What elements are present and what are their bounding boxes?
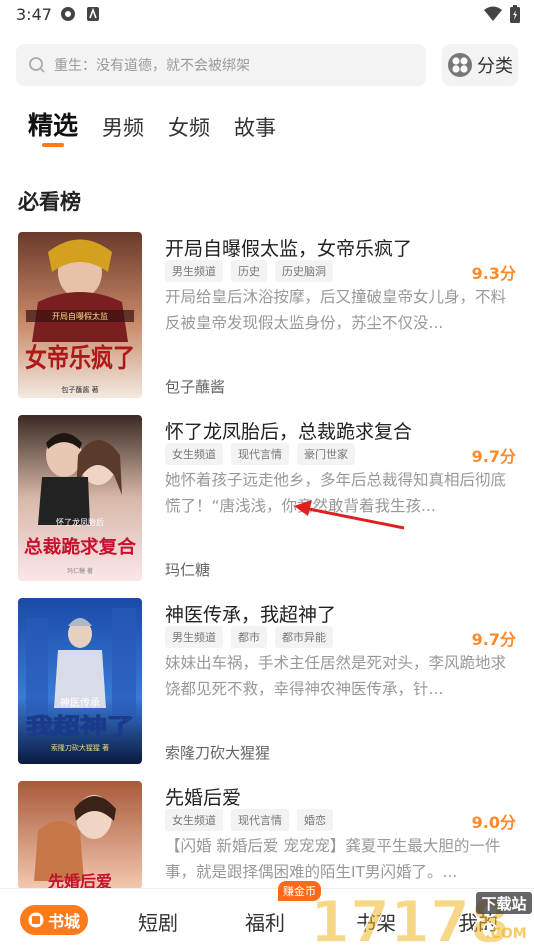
- watermark-tag: 下载站: [481, 895, 526, 913]
- book-item[interactable]: 怀了龙凤胎后 总裁跪求复合 玛仁糖 著 怀了龙凤胎后，总裁跪求复合 女生频道 现…: [18, 415, 518, 583]
- cover-main-text: 女帝乐疯了: [25, 343, 135, 374]
- annotation-arrow-icon: [294, 500, 405, 530]
- book-author: 包子蘸酱: [165, 378, 226, 396]
- watermark-domain: .COM: [485, 926, 526, 942]
- app-status-icon: [86, 6, 100, 26]
- book-tag: 都市异能: [275, 626, 333, 648]
- book-title[interactable]: 怀了龙凤胎后，总裁跪求复合: [165, 417, 412, 444]
- book-tag: 都市: [231, 626, 267, 648]
- nav-welfare[interactable]: 福利: [245, 907, 285, 936]
- search-placeholder: 重生：没有道德，就不会被绑架: [54, 57, 250, 73]
- category-label: 分类: [477, 56, 513, 77]
- book-title[interactable]: 先婚后爱: [165, 783, 241, 810]
- cover-top-text: 怀了龙凤胎后: [56, 517, 104, 527]
- book-author: 玛仁糖: [165, 561, 211, 579]
- book-score: 9.0分: [471, 813, 516, 832]
- book-cover[interactable]: 神医传承 我超神了 索隆刀砍大猩猩 著: [18, 598, 142, 764]
- status-time: 3:47: [16, 5, 52, 24]
- book-description: 开局给皇后沐浴按摩，后又撞破皇帝女儿身，不料反被皇帝发现假太监身份，苏尘不仅没.…: [165, 288, 507, 332]
- tab-female[interactable]: 女频: [168, 112, 210, 142]
- book-tag: 历史: [231, 260, 267, 282]
- book-score: 9.7分: [471, 447, 516, 466]
- tab-male[interactable]: 男频: [102, 112, 144, 142]
- book-tag: 现代言情: [231, 809, 289, 831]
- book-tags: 男生频道 都市 都市异能: [165, 626, 333, 648]
- book-tag: 男生频道: [165, 260, 223, 282]
- nav-shorts[interactable]: 短剧: [138, 907, 178, 936]
- book-tag: 男生频道: [165, 626, 223, 648]
- book-tag: 婚恋: [297, 809, 333, 831]
- cover-author-text: 索隆刀砍大猩猩 著: [51, 743, 109, 752]
- wifi-icon: [484, 6, 502, 26]
- category-icon: [448, 53, 472, 77]
- book-title[interactable]: 神医传承，我超神了: [165, 600, 336, 627]
- book-cover[interactable]: 怀了龙凤胎后 总裁跪求复合 玛仁糖 著: [18, 415, 142, 581]
- cover-author-text: 包子蘸酱 著: [61, 385, 98, 394]
- cover-top-text: 神医传承: [60, 696, 100, 709]
- search-input[interactable]: 重生：没有道德，就不会被绑架: [16, 44, 426, 86]
- category-button[interactable]: 分类: [442, 44, 518, 86]
- cover-author-text: 玛仁糖 著: [67, 567, 93, 575]
- book-item[interactable]: 神医传承 我超神了 索隆刀砍大猩猩 著 神医传承，我超神了 男生频道 都市 都市…: [18, 598, 518, 766]
- book-tag: 历史脑洞: [275, 260, 333, 282]
- book-tag: 女生频道: [165, 809, 223, 831]
- status-bar: 3:47: [0, 0, 534, 30]
- cover-main-text: 总裁跪求复合: [24, 536, 137, 558]
- cover-top-text: 开局自曝假太监: [52, 311, 108, 321]
- book-tags: 男生频道 历史 历史脑洞: [165, 260, 333, 282]
- section-title: 必看榜: [18, 190, 81, 214]
- book-description: 妹妹出车祸，手术主任居然是死对头，李风跪地求饶都见死不救，幸得神农神医传承，针.…: [165, 654, 507, 698]
- book-cover[interactable]: 先婚后爱: [18, 781, 142, 889]
- book-cover[interactable]: 开局自曝假太监 女帝乐疯了 包子蘸酱 著: [18, 232, 142, 398]
- nav-bookstore-label: 书城: [47, 912, 80, 931]
- book-tag: 现代言情: [231, 443, 289, 465]
- book-title[interactable]: 开局自曝假太监，女帝乐疯了: [165, 234, 412, 261]
- book-score: 9.3分: [471, 264, 516, 283]
- search-icon: [29, 57, 45, 73]
- battery-icon: [510, 5, 520, 27]
- active-tab-indicator: [42, 143, 64, 147]
- book-score: 9.7分: [471, 630, 516, 649]
- tab-story[interactable]: 故事: [234, 112, 276, 142]
- book-author: 索隆刀砍大猩猩: [165, 744, 271, 762]
- channel-tabs: 精选 男频 女频 故事: [28, 106, 300, 142]
- bookstore-icon: [28, 912, 44, 928]
- book-tags: 女生频道 现代言情 婚恋: [165, 809, 333, 831]
- cover-main-text: 先婚后爱: [48, 872, 112, 889]
- book-tags: 女生频道 现代言情 豪门世家: [165, 443, 355, 465]
- book-tag: 豪门世家: [297, 443, 355, 465]
- cover-main-text: 我超神了: [26, 714, 134, 740]
- settings-status-icon: [60, 6, 76, 26]
- nav-bookstore[interactable]: 书城: [20, 905, 88, 935]
- tab-featured[interactable]: 精选: [28, 106, 78, 142]
- site-watermark-logo: 17178 下载站 .COM: [310, 887, 532, 950]
- book-tag: 女生频道: [165, 443, 223, 465]
- book-description: 【闪婚 新婚后爱 宠宠宠】龚夏平生最大胆的一件事，就是跟择偶困难的陌生IT男闪婚…: [165, 837, 501, 881]
- book-item[interactable]: 开局自曝假太监 女帝乐疯了 包子蘸酱 著 开局自曝假太监，女帝乐疯了 男生频道 …: [18, 232, 518, 400]
